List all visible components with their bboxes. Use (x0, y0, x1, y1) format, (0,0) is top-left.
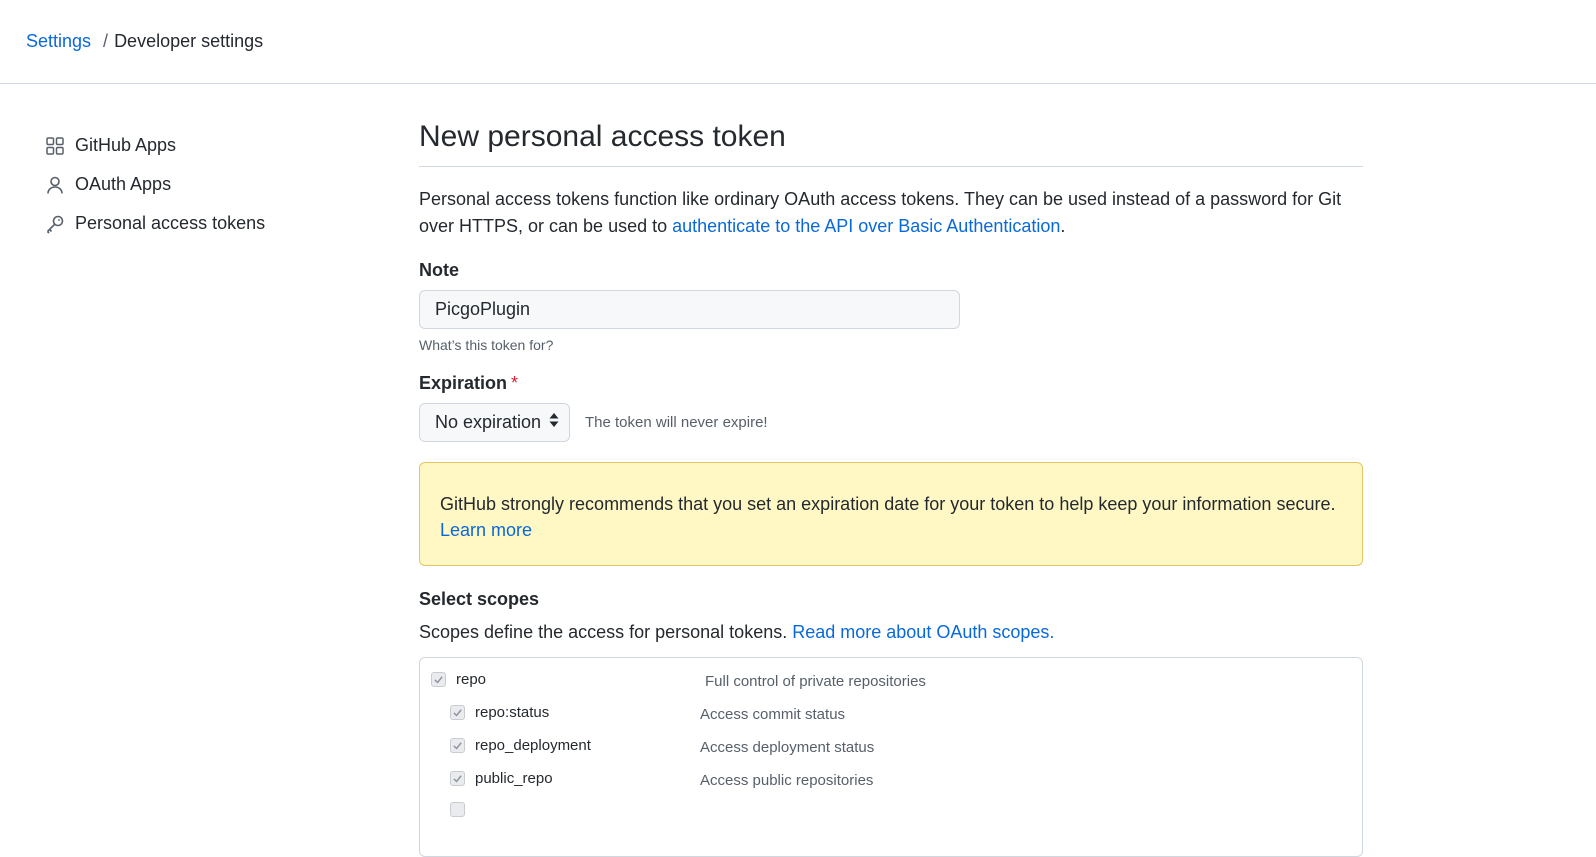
scope-row-repo: repo (431, 671, 486, 688)
expiration-row: No expiration The token will never expir… (419, 403, 1363, 442)
sidebar-item-oauth-apps[interactable]: OAuth Apps (44, 165, 344, 204)
scope-row-repo-deployment: repo_deployment (450, 737, 591, 754)
note-input[interactable] (419, 290, 960, 329)
scope-checkbox-repo-deployment[interactable] (450, 738, 465, 753)
token-description: Personal access tokens function like ord… (419, 186, 1363, 240)
expiration-label: Expiration * (419, 373, 1363, 394)
breadcrumb-settings-link[interactable]: Settings (26, 31, 91, 51)
note-label: Note (419, 260, 459, 280)
scope-description: Access commit status (700, 706, 846, 723)
scope-checkbox-partial[interactable] (450, 802, 465, 817)
learn-more-link[interactable]: Learn more (440, 520, 532, 540)
scopes-desc-text: Scopes define the access for personal to… (419, 622, 788, 642)
scope-description: Access public repositories (700, 772, 874, 789)
sidebar-item-personal-access-tokens[interactable]: Personal access tokens (44, 204, 344, 243)
note-hint: What’s this token for? (419, 337, 554, 353)
expiration-selected-value: No expiration (435, 412, 542, 432)
oauth-scopes-link[interactable]: Read more about OAuth scopes. (792, 622, 1054, 642)
apps-icon (44, 135, 66, 157)
person-icon (44, 174, 66, 196)
scope-checkbox-public-repo[interactable] (450, 771, 465, 786)
scope-name: repo (456, 671, 487, 688)
scope-description: Access deployment status (700, 739, 875, 756)
breadcrumb-current: Developer settings (114, 31, 264, 51)
scope-checkbox-repo-status[interactable] (450, 705, 465, 720)
breadcrumb-separator: / (103, 31, 109, 51)
scope-name: public_repo (475, 770, 553, 787)
scopes-title: Select scopes (419, 589, 540, 609)
expiration-warning: GitHub strongly recommends that you set … (419, 462, 1363, 566)
warning-text: GitHub strongly recommends that you set … (440, 494, 1336, 514)
select-arrows-icon (548, 412, 560, 433)
expiration-select[interactable]: No expiration (419, 403, 570, 442)
scopes-list: repo Full control of private repositorie… (419, 657, 1363, 857)
expiration-note: The token will never expire! (585, 414, 768, 431)
sidebar-item-github-apps[interactable]: GitHub Apps (44, 126, 344, 165)
key-icon (44, 213, 66, 235)
scope-name: repo_deployment (475, 737, 591, 754)
scope-name: repo:status (475, 704, 550, 721)
description-end: . (1060, 216, 1066, 236)
page-header: Settings / Developer settings (0, 0, 1596, 84)
sidebar-item-label: GitHub Apps (75, 135, 177, 155)
main-content: New personal access token Personal acces… (419, 110, 1363, 857)
required-mark: * (511, 373, 519, 393)
scope-row-repo-status: repo:status (450, 704, 549, 721)
scope-checkbox-repo[interactable] (431, 672, 446, 687)
breadcrumb: Settings / Developer settings (26, 31, 263, 52)
basic-auth-link[interactable]: authenticate to the API over Basic Authe… (672, 216, 1060, 236)
expiration-label-text: Expiration (419, 373, 508, 393)
scope-description: Full control of private repositories (705, 673, 926, 690)
sidebar-item-label: Personal access tokens (75, 213, 266, 233)
developer-settings-sidebar: GitHub Apps OAuth Apps Personal access t… (44, 126, 344, 243)
scopes-description: Scopes define the access for personal to… (419, 622, 1363, 643)
page-title: New personal access token (419, 120, 1363, 167)
scope-row-partial (450, 802, 465, 817)
sidebar-item-label: OAuth Apps (75, 174, 172, 194)
scope-row-public-repo: public_repo (450, 770, 553, 787)
